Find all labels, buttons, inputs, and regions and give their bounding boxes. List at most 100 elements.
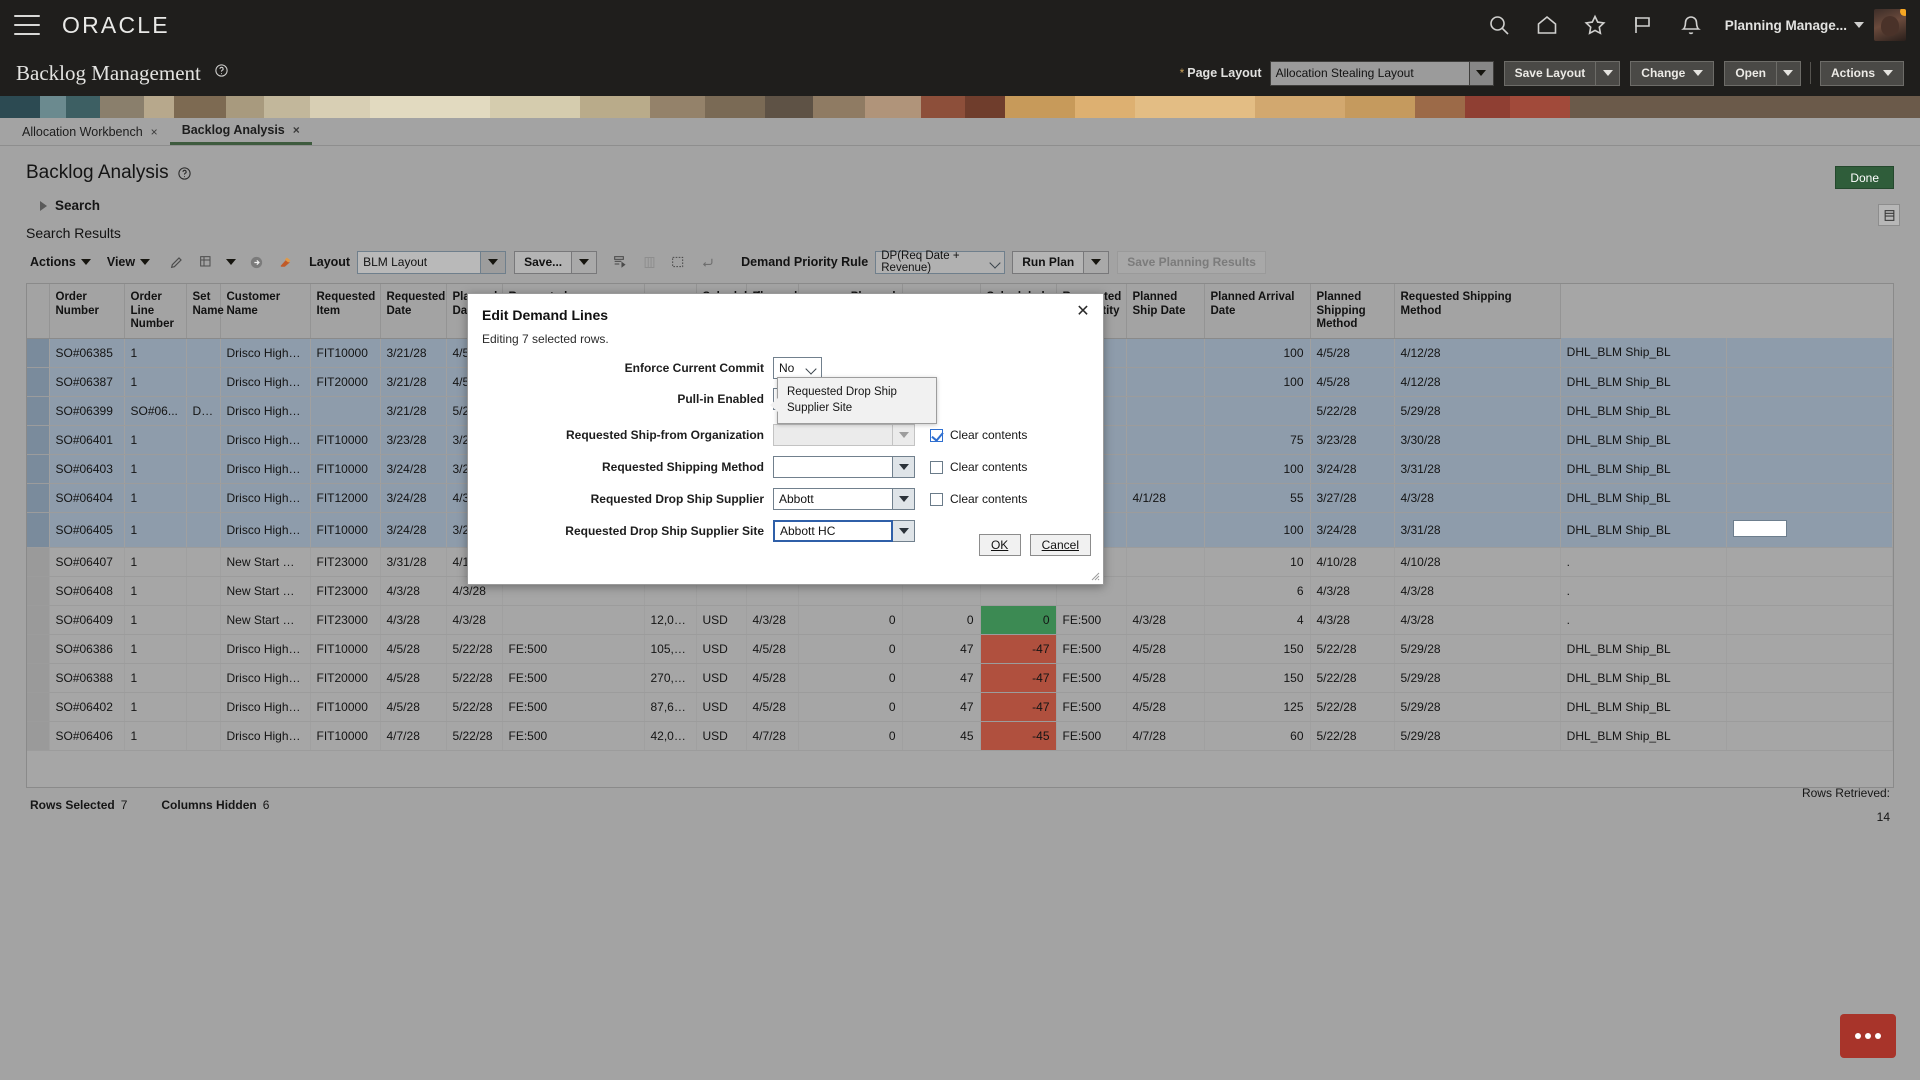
tab-backlog-analysis[interactable]: Backlog Analysis × bbox=[170, 118, 312, 145]
cell-requested-shipping-method[interactable] bbox=[1726, 547, 1892, 576]
cell-requested-shipping-method[interactable] bbox=[1726, 605, 1892, 634]
table-row[interactable]: SO#063881Drisco High Sc...FIT200004/5/28… bbox=[27, 663, 1893, 692]
favorites-star-icon[interactable] bbox=[1583, 13, 1607, 37]
cell-requested-shipping-method[interactable] bbox=[1726, 663, 1892, 692]
eraser-icon[interactable] bbox=[274, 251, 296, 273]
requested-shipping-method-clear[interactable]: Clear contents bbox=[930, 460, 1027, 474]
requested-shipping-method-input[interactable] bbox=[773, 456, 893, 478]
user-menu[interactable]: Planning Manage... bbox=[1725, 18, 1864, 33]
edit-pencil-icon[interactable] bbox=[166, 251, 188, 273]
ok-button[interactable]: OK bbox=[979, 534, 1021, 556]
export-icon[interactable] bbox=[667, 251, 689, 273]
close-icon[interactable]: ✕ bbox=[1074, 303, 1092, 321]
requested-drop-ship-supplier-input[interactable]: Abbott bbox=[773, 488, 893, 510]
demand-priority-rule-select[interactable]: DP(Req Date + Revenue) bbox=[875, 251, 1005, 274]
row-handle[interactable] bbox=[27, 721, 49, 750]
row-handle[interactable] bbox=[27, 692, 49, 721]
help-icon[interactable] bbox=[177, 166, 192, 181]
cell-requested-shipping-method[interactable] bbox=[1726, 338, 1892, 367]
col-requested-date[interactable]: Requested Date bbox=[380, 284, 446, 338]
row-handle[interactable] bbox=[27, 634, 49, 663]
table-row[interactable]: SO#064091New Start GymsFIT230004/3/284/3… bbox=[27, 605, 1893, 634]
col-set-name[interactable]: Set Name bbox=[186, 284, 220, 338]
col-requested-item[interactable]: Requested Item bbox=[310, 284, 380, 338]
search-icon[interactable] bbox=[1487, 13, 1511, 37]
page-layout-dropdown-button[interactable] bbox=[1470, 61, 1494, 86]
col-requested-shipping-method[interactable]: Requested Shipping Method bbox=[1394, 284, 1560, 338]
search-section-toggle[interactable]: Search bbox=[0, 184, 1920, 213]
row-handle[interactable] bbox=[27, 338, 49, 367]
cell-requested-shipping-method[interactable] bbox=[1726, 396, 1892, 425]
save-layout-dropdown[interactable] bbox=[1596, 61, 1620, 86]
row-handle[interactable] bbox=[27, 396, 49, 425]
row-handle[interactable] bbox=[27, 425, 49, 454]
avatar[interactable] bbox=[1874, 9, 1906, 41]
home-icon[interactable] bbox=[1535, 13, 1559, 37]
cell-requested-shipping-method[interactable] bbox=[1726, 425, 1892, 454]
requested-shipping-method-dropdown[interactable] bbox=[893, 456, 915, 478]
clear-contents-checkbox[interactable] bbox=[930, 493, 943, 506]
change-button[interactable]: Change bbox=[1630, 61, 1714, 86]
help-icon[interactable] bbox=[214, 63, 229, 78]
chat-bubble-icon[interactable] bbox=[1840, 1014, 1896, 1058]
save-layout-button[interactable]: Save Layout bbox=[1504, 61, 1597, 86]
requested-drop-ship-supplier-dropdown[interactable] bbox=[893, 488, 915, 510]
clear-contents-checkbox[interactable] bbox=[930, 429, 943, 442]
cell-requested-shipping-method[interactable] bbox=[1726, 367, 1892, 396]
cell-requested-shipping-method[interactable] bbox=[1726, 692, 1892, 721]
col-planned-arrival-date[interactable]: Planned Arrival Date bbox=[1204, 284, 1310, 338]
page-layout-value[interactable]: Allocation Stealing Layout bbox=[1270, 61, 1470, 86]
col-planned-shipping-method[interactable]: Planned Shipping Method bbox=[1310, 284, 1394, 338]
save-dropdown-button[interactable] bbox=[572, 251, 597, 274]
enforce-current-commit-select[interactable]: No bbox=[773, 357, 822, 379]
open-button[interactable]: Open bbox=[1724, 61, 1777, 86]
requested-drop-ship-supplier-site-dropdown[interactable] bbox=[893, 520, 915, 542]
bell-icon[interactable] bbox=[1679, 13, 1703, 37]
table-row[interactable]: SO#064021Drisco High Sc...FIT100004/5/28… bbox=[27, 692, 1893, 721]
save-layout-button[interactable]: Save... bbox=[514, 251, 572, 274]
detach-icon[interactable] bbox=[609, 251, 631, 273]
cell-requested-shipping-method[interactable] bbox=[1726, 512, 1892, 547]
resize-grip[interactable] bbox=[1090, 571, 1100, 581]
wrap-icon[interactable] bbox=[696, 251, 718, 273]
row-handle[interactable] bbox=[27, 367, 49, 396]
row-handle[interactable] bbox=[27, 576, 49, 605]
actions-button[interactable]: Actions bbox=[1820, 61, 1904, 86]
cell-requested-shipping-method[interactable] bbox=[1726, 634, 1892, 663]
grid-columns-icon[interactable] bbox=[195, 251, 217, 273]
layout-input[interactable]: BLM Layout bbox=[357, 251, 481, 274]
open-dropdown[interactable] bbox=[1777, 61, 1801, 86]
row-handle[interactable] bbox=[27, 663, 49, 692]
run-plan-dropdown[interactable] bbox=[1084, 251, 1109, 274]
requested-shipping-method-cell-input[interactable] bbox=[1733, 520, 1787, 537]
cell-requested-shipping-method[interactable] bbox=[1726, 576, 1892, 605]
row-handle[interactable] bbox=[27, 605, 49, 634]
table-row[interactable]: SO#063861Drisco High Sc...FIT100004/5/28… bbox=[27, 634, 1893, 663]
run-plan-button[interactable]: Run Plan bbox=[1012, 251, 1084, 274]
close-icon[interactable]: × bbox=[151, 125, 158, 139]
tab-allocation-workbench[interactable]: Allocation Workbench × bbox=[10, 118, 170, 145]
table-row[interactable]: SO#064061Drisco High Sc...FIT100004/7/28… bbox=[27, 721, 1893, 750]
row-handle[interactable] bbox=[27, 512, 49, 547]
requested-drop-ship-supplier-clear[interactable]: Clear contents bbox=[930, 492, 1027, 506]
col-order-number[interactable]: Order Number bbox=[49, 284, 124, 338]
row-handle[interactable] bbox=[27, 454, 49, 483]
ship-from-organization-clear[interactable]: Clear contents bbox=[930, 428, 1027, 442]
hamburger-icon[interactable] bbox=[14, 15, 40, 35]
view-menu[interactable]: View bbox=[107, 255, 150, 269]
col-order-line-number[interactable]: Order Line Number bbox=[124, 284, 186, 338]
grid-dropdown-icon[interactable] bbox=[224, 251, 238, 273]
done-button[interactable]: Done bbox=[1835, 166, 1894, 189]
arrow-circle-icon[interactable] bbox=[245, 251, 267, 273]
cancel-button[interactable]: Cancel bbox=[1030, 534, 1091, 556]
col-planned-ship-date[interactable]: Planned Ship Date bbox=[1126, 284, 1204, 338]
flag-icon[interactable] bbox=[1631, 13, 1655, 37]
actions-menu[interactable]: Actions bbox=[30, 255, 91, 269]
cell-requested-shipping-method[interactable] bbox=[1726, 721, 1892, 750]
panel-toggle-icon[interactable] bbox=[1878, 204, 1900, 226]
cell-requested-shipping-method[interactable] bbox=[1726, 454, 1892, 483]
close-icon[interactable]: × bbox=[293, 123, 300, 137]
clear-contents-checkbox[interactable] bbox=[930, 461, 943, 474]
layout-dropdown-button[interactable] bbox=[481, 251, 506, 274]
col-customer-name[interactable]: Customer Name bbox=[220, 284, 310, 338]
